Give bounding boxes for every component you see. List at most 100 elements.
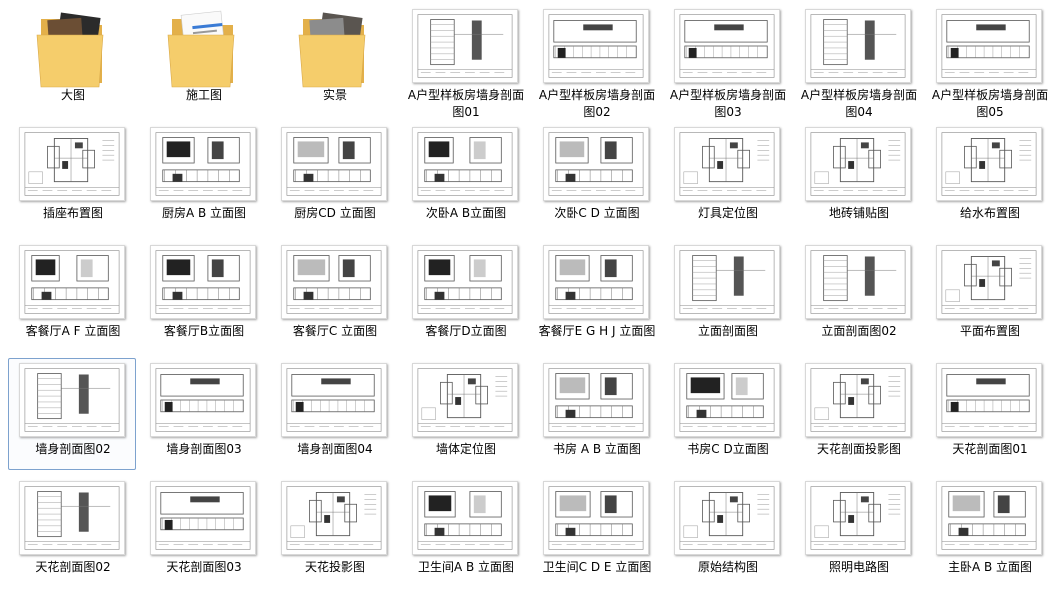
drawing-thumbnail bbox=[281, 481, 387, 555]
drawing-sheet bbox=[412, 245, 518, 319]
drawing-thumbnail bbox=[412, 481, 518, 555]
drawing-thumbnail bbox=[674, 127, 780, 201]
file-item[interactable]: A户型样板房墙身剖面图02 bbox=[532, 4, 660, 119]
file-item[interactable]: 插座布置图 bbox=[8, 122, 136, 234]
drawing-preview-graphic bbox=[24, 132, 120, 196]
drawing-preview-graphic bbox=[941, 250, 1037, 314]
drawing-thumbnail bbox=[281, 363, 387, 437]
drawing-preview-graphic bbox=[679, 14, 775, 78]
drawing-thumbnail bbox=[19, 127, 125, 201]
drawing-thumbnail bbox=[543, 363, 649, 437]
drawing-preview-graphic bbox=[810, 368, 906, 432]
file-name-label: 立面剖面图02 bbox=[821, 324, 897, 338]
drawing-sheet bbox=[150, 245, 256, 319]
file-item[interactable]: 卫生间C D E 立面图 bbox=[532, 476, 660, 588]
drawing-sheet bbox=[281, 127, 387, 201]
file-name-label: 次卧A B立面图 bbox=[425, 206, 507, 220]
file-item[interactable]: 墙身剖面图03 bbox=[139, 358, 267, 470]
file-item[interactable]: 客餐厅E G H J 立面图 bbox=[532, 240, 660, 352]
file-item[interactable]: 次卧A B立面图 bbox=[401, 122, 529, 234]
drawing-preview-graphic bbox=[810, 250, 906, 314]
drawing-sheet bbox=[412, 9, 518, 83]
drawing-preview-graphic bbox=[679, 132, 775, 196]
drawing-sheet bbox=[805, 245, 911, 319]
file-item[interactable]: 卫生间A B 立面图 bbox=[401, 476, 529, 588]
file-item[interactable]: 次卧C D 立面图 bbox=[532, 122, 660, 234]
drawing-thumbnail bbox=[412, 363, 518, 437]
drawing-sheet bbox=[543, 245, 649, 319]
drawing-sheet bbox=[281, 363, 387, 437]
file-item[interactable]: 灯具定位图 bbox=[663, 122, 791, 234]
file-item[interactable]: 原始结构图 bbox=[663, 476, 791, 588]
file-name-label: 天花投影图 bbox=[304, 560, 365, 574]
file-item[interactable]: 主卧A B 立面图 bbox=[925, 476, 1053, 588]
file-item[interactable]: 平面布置图 bbox=[925, 240, 1053, 352]
file-item[interactable]: A户型样板房墙身剖面图01 bbox=[401, 4, 529, 119]
file-item[interactable]: 天花剖面投影图 bbox=[794, 358, 922, 470]
file-name-label: 施工图 bbox=[185, 88, 222, 102]
drawing-sheet bbox=[281, 481, 387, 555]
file-item[interactable]: 墙身剖面图02 bbox=[8, 358, 136, 470]
drawing-sheet bbox=[150, 481, 256, 555]
drawing-thumbnail bbox=[150, 245, 256, 319]
drawing-sheet bbox=[543, 363, 649, 437]
file-item[interactable]: 立面剖面图02 bbox=[794, 240, 922, 352]
drawing-preview-graphic bbox=[679, 486, 775, 550]
drawing-preview-graphic bbox=[24, 368, 120, 432]
file-name-label: 实景 bbox=[322, 88, 347, 102]
file-item[interactable]: 客餐厅A F 立面图 bbox=[8, 240, 136, 352]
file-item[interactable]: 照明电路图 bbox=[794, 476, 922, 588]
drawing-sheet bbox=[19, 481, 125, 555]
file-name-label: A户型样板房墙身剖面图03 bbox=[669, 88, 787, 119]
file-item[interactable]: 书房 A B 立面图 bbox=[532, 358, 660, 470]
file-item[interactable]: 厨房CD 立面图 bbox=[270, 122, 398, 234]
folder-item[interactable]: 大图 bbox=[8, 4, 136, 116]
file-item[interactable]: 客餐厅B立面图 bbox=[139, 240, 267, 352]
file-name-label: A户型样板房墙身剖面图05 bbox=[931, 88, 1049, 119]
drawing-sheet bbox=[19, 245, 125, 319]
file-name-label: 客餐厅A F 立面图 bbox=[25, 324, 121, 338]
file-item[interactable]: 书房C D立面图 bbox=[663, 358, 791, 470]
drawing-sheet bbox=[543, 127, 649, 201]
file-name-label: 照明电路图 bbox=[828, 560, 889, 574]
drawing-thumbnail bbox=[412, 127, 518, 201]
file-item[interactable]: A户型样板房墙身剖面图03 bbox=[663, 4, 791, 119]
drawing-thumbnail bbox=[805, 363, 911, 437]
file-item[interactable]: 厨房A B 立面图 bbox=[139, 122, 267, 234]
file-item[interactable]: 天花剖面图03 bbox=[139, 476, 267, 588]
file-item[interactable]: 天花剖面图02 bbox=[8, 476, 136, 588]
drawing-sheet bbox=[19, 127, 125, 201]
file-item[interactable]: 天花剖面图01 bbox=[925, 358, 1053, 470]
file-name-label: 厨房CD 立面图 bbox=[294, 206, 376, 220]
drawing-sheet bbox=[805, 481, 911, 555]
drawing-preview-graphic bbox=[286, 486, 382, 550]
file-name-label: A户型样板房墙身剖面图02 bbox=[538, 88, 656, 119]
file-item[interactable]: 客餐厅D立面图 bbox=[401, 240, 529, 352]
file-item[interactable]: 客餐厅C 立面图 bbox=[270, 240, 398, 352]
drawing-thumbnail bbox=[19, 481, 125, 555]
drawing-preview-graphic bbox=[417, 250, 513, 314]
drawing-thumbnail bbox=[936, 9, 1042, 83]
file-item[interactable]: 立面剖面图 bbox=[663, 240, 791, 352]
folder-icon bbox=[281, 9, 387, 88]
drawing-preview-graphic bbox=[679, 368, 775, 432]
drawing-thumbnail bbox=[674, 9, 780, 83]
file-item[interactable]: 天花投影图 bbox=[270, 476, 398, 588]
drawing-sheet bbox=[674, 481, 780, 555]
file-item[interactable]: 给水布置图 bbox=[925, 122, 1053, 234]
file-item[interactable]: A户型样板房墙身剖面图04 bbox=[794, 4, 922, 119]
folder-icon bbox=[150, 9, 256, 88]
folder-item[interactable]: 实景 bbox=[270, 4, 398, 116]
drawing-sheet bbox=[936, 481, 1042, 555]
drawing-preview-graphic bbox=[810, 14, 906, 78]
drawing-thumbnail bbox=[936, 363, 1042, 437]
drawing-preview-graphic bbox=[155, 250, 251, 314]
file-item[interactable]: 墙身剖面图04 bbox=[270, 358, 398, 470]
drawing-thumbnail bbox=[674, 481, 780, 555]
file-item[interactable]: 地砖铺贴图 bbox=[794, 122, 922, 234]
folder-item[interactable]: 施工图 bbox=[139, 4, 267, 116]
file-item[interactable]: A户型样板房墙身剖面图05 bbox=[925, 4, 1053, 119]
drawing-preview-graphic bbox=[548, 486, 644, 550]
file-item[interactable]: 墙体定位图 bbox=[401, 358, 529, 470]
drawing-thumbnail bbox=[805, 245, 911, 319]
